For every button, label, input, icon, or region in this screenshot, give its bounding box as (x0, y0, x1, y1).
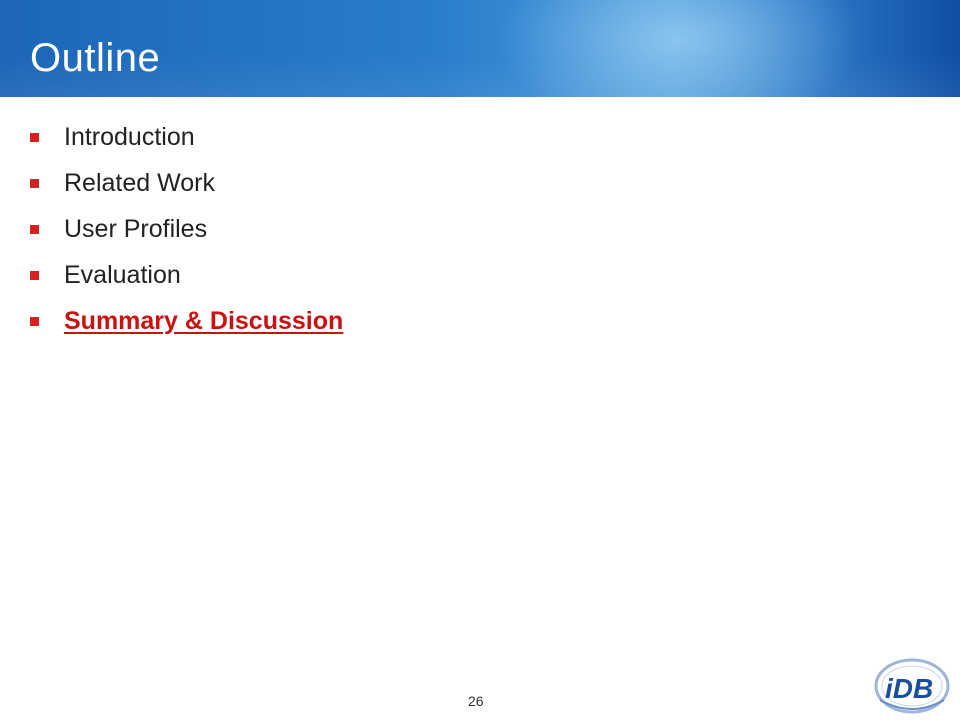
list-item: Summary & Discussion (30, 298, 343, 344)
list-item: Evaluation (30, 252, 343, 298)
outline-item-evaluation: Evaluation (64, 260, 181, 289)
square-bullet-icon (30, 224, 39, 234)
list-item: Introduction (30, 114, 343, 160)
list-item: User Profiles (30, 206, 343, 252)
square-bullet-icon (30, 178, 39, 188)
list-item: Related Work (30, 160, 343, 206)
outline-item-user-profiles: User Profiles (64, 214, 208, 243)
svg-text:iDB: iDB (885, 673, 933, 704)
square-bullet-icon (30, 270, 39, 280)
slide: Outline Introduction Related Work User P… (0, 0, 960, 720)
outline-item-summary-discussion[interactable]: Summary & Discussion (64, 307, 343, 336)
square-bullet-icon (30, 132, 39, 142)
page-number: 26 (468, 693, 484, 709)
title-bar: Outline (0, 0, 960, 97)
slide-title: Outline (30, 36, 161, 80)
square-bullet-icon (30, 316, 39, 326)
outline-list: Introduction Related Work User Profiles … (30, 114, 343, 344)
idb-logo-icon: iDB (874, 658, 950, 714)
outline-item-related-work: Related Work (64, 168, 215, 197)
outline-item-introduction: Introduction (64, 122, 195, 151)
